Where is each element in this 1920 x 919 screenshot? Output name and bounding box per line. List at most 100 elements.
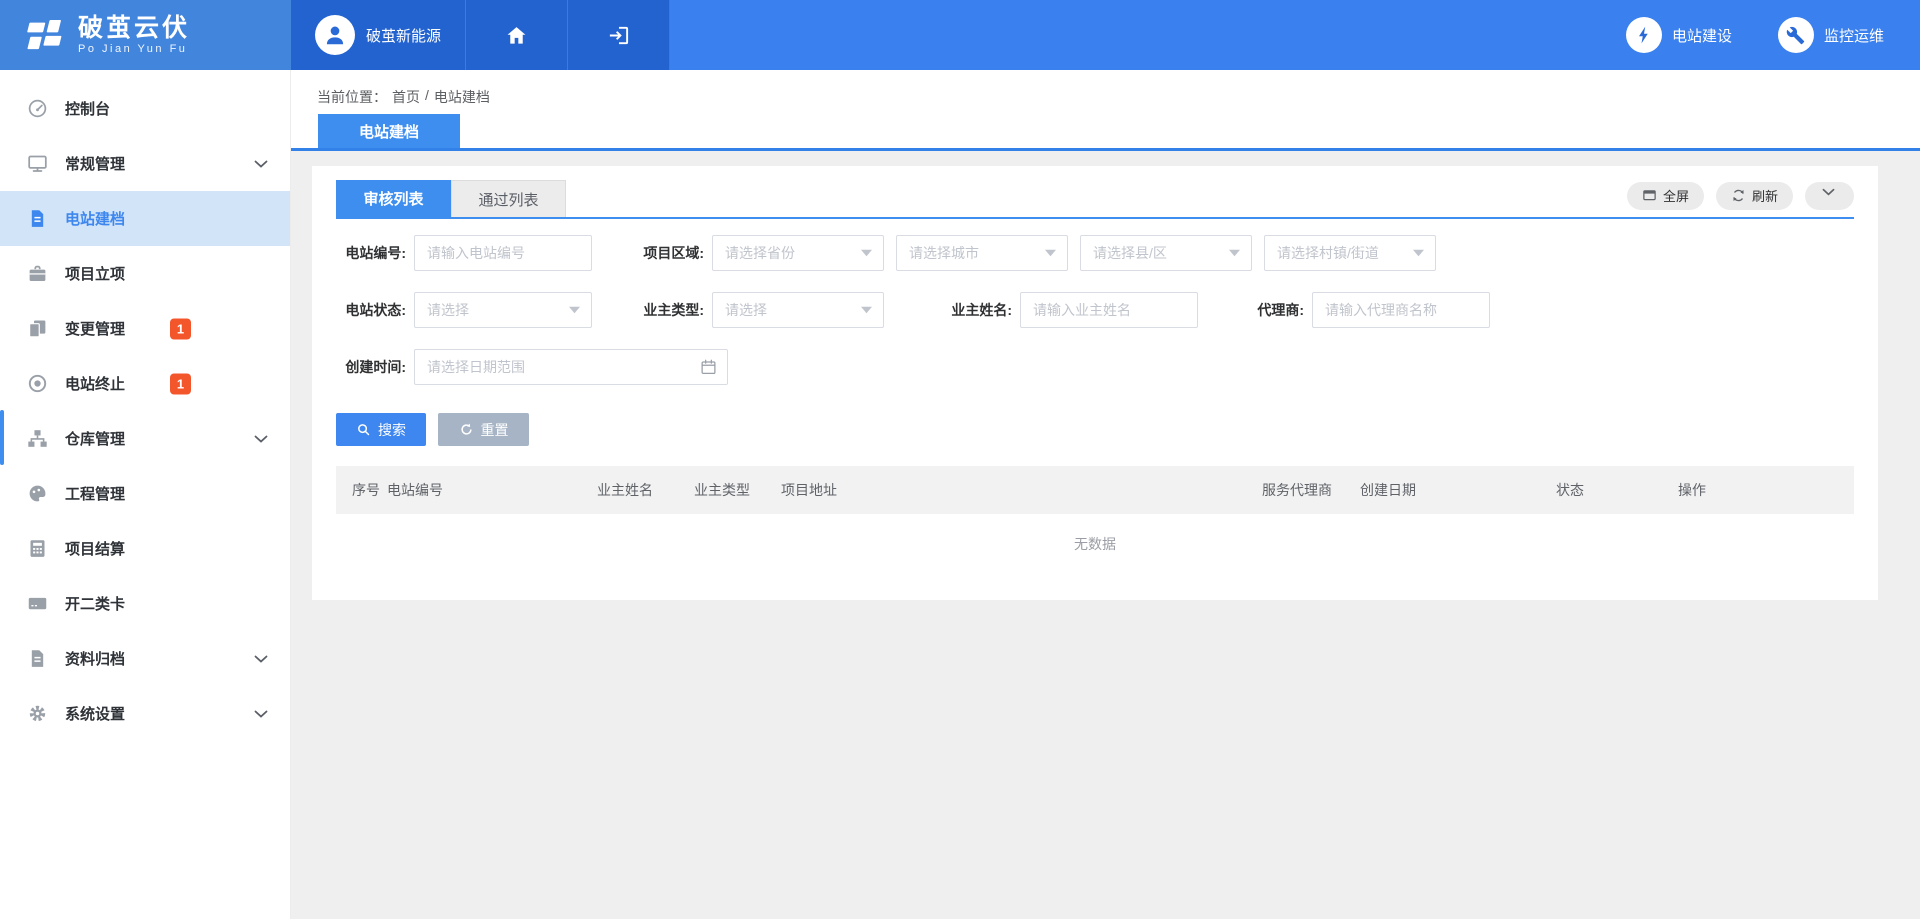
nav-station-build[interactable]: 电站建设 <box>1626 17 1732 53</box>
sidebar-item-project-initiation[interactable]: 项目立项 <box>0 246 290 301</box>
caret-down-icon <box>1229 250 1240 257</box>
app-header: 破茧云伏 Po Jian Yun Fu 破茧新能源 电 <box>0 0 1920 70</box>
col-actions: 操作 <box>1678 480 1854 500</box>
breadcrumb-home-link[interactable]: 首页 <box>392 87 420 107</box>
station-no-label: 电站编号: <box>336 243 414 263</box>
col-create-date: 创建日期 <box>1360 480 1556 500</box>
sidebar-item-project-settlement[interactable]: 项目结算 <box>0 521 290 576</box>
chevron-down-icon <box>254 710 268 718</box>
user-name: 破茧新能源 <box>366 25 441 46</box>
app-logo: 破茧云伏 Po Jian Yun Fu <box>0 0 291 70</box>
col-owner-type: 业主类型 <box>694 480 781 500</box>
date-range-picker[interactable] <box>414 349 728 385</box>
breadcrumb-separator: / <box>425 87 429 107</box>
empty-state: 无数据 <box>336 514 1854 584</box>
col-status: 状态 <box>1556 480 1678 500</box>
notification-badge: 1 <box>170 373 191 394</box>
logout-button[interactable] <box>568 0 670 70</box>
search-form: 电站编号: 项目区域: 请选择省份 请选择城市 请选择县/区 <box>336 235 1854 385</box>
sidebar-item-console[interactable]: 控制台 <box>0 81 290 136</box>
sidebar-item-change-management[interactable]: 变更管理 1 <box>0 301 290 356</box>
reset-icon <box>459 422 474 437</box>
col-project-addr: 项目地址 <box>781 480 1262 500</box>
caret-down-icon <box>861 250 872 257</box>
col-station-no: 电站编号 <box>387 480 597 500</box>
sidebar-item-label: 工程管理 <box>65 483 125 504</box>
copy-icon <box>27 318 48 339</box>
chevron-down-icon <box>254 435 268 443</box>
sidebar-item-label: 常规管理 <box>65 153 125 174</box>
city-select[interactable]: 请选择城市 <box>896 235 1068 271</box>
monitor-icon <box>27 153 48 174</box>
station-status-select[interactable]: 请选择 <box>414 292 592 328</box>
station-status-label: 电站状态: <box>336 300 414 320</box>
page-tab-station-filing[interactable]: 电站建档 <box>318 114 460 148</box>
owner-type-select[interactable]: 请选择 <box>712 292 884 328</box>
sidebar-item-label: 仓库管理 <box>65 428 125 449</box>
date-range-input[interactable] <box>414 349 728 385</box>
home-button[interactable] <box>466 0 568 70</box>
sidebar-item-engineering-management[interactable]: 工程管理 <box>0 466 290 521</box>
briefcase-icon <box>27 263 48 284</box>
sidebar-item-data-archive[interactable]: 资料归档 <box>0 631 290 686</box>
home-icon <box>505 24 528 47</box>
notification-badge: 1 <box>170 318 191 339</box>
dashboard-icon <box>27 98 48 119</box>
caret-down-icon <box>861 307 872 314</box>
user-menu[interactable]: 破茧新能源 <box>291 0 466 70</box>
avatar <box>315 15 355 55</box>
nav-monitor-ops[interactable]: 监控运维 <box>1778 17 1884 53</box>
collapse-button[interactable] <box>1805 182 1854 210</box>
sidebar-item-system-settings[interactable]: 系统设置 <box>0 686 290 741</box>
table-header-row: 序号 电站编号 业主姓名 业主类型 项目地址 服务代理商 创建日期 状态 操作 <box>336 466 1854 514</box>
tab-passed-list[interactable]: 通过列表 <box>451 180 566 217</box>
owner-name-input[interactable] <box>1020 292 1198 328</box>
main-area: 当前位置： 首页 / 电站建档 电站建档 审核列表 通过列表 全屏 <box>291 70 1920 919</box>
sidebar-item-label: 变更管理 <box>65 318 125 339</box>
caret-down-icon <box>1045 250 1056 257</box>
refresh-button[interactable]: 刷新 <box>1716 182 1793 210</box>
login-arrow-icon <box>607 24 630 47</box>
caret-down-icon <box>1413 250 1424 257</box>
county-select[interactable]: 请选择县/区 <box>1080 235 1252 271</box>
logo-mark-icon <box>20 17 66 53</box>
results-table: 序号 电站编号 业主姓名 业主类型 项目地址 服务代理商 创建日期 状态 操作 … <box>336 466 1854 584</box>
search-button[interactable]: 搜索 <box>336 413 426 446</box>
tab-review-list[interactable]: 审核列表 <box>336 180 451 217</box>
breadcrumb-prefix: 当前位置： <box>317 87 387 107</box>
fullscreen-button[interactable]: 全屏 <box>1627 182 1704 210</box>
reset-button[interactable]: 重置 <box>438 413 529 446</box>
sidebar-item-station-filing[interactable]: 电站建档 <box>0 191 290 246</box>
calculator-icon <box>27 538 48 559</box>
col-service-agent: 服务代理商 <box>1262 480 1360 500</box>
document-icon <box>27 208 48 229</box>
sidebar-item-class2-card[interactable]: 开二类卡 <box>0 576 290 631</box>
nav-station-build-label: 电站建设 <box>1672 25 1732 46</box>
logo-title: 破茧云伏 <box>78 15 190 41</box>
refresh-icon <box>1731 188 1746 203</box>
sidebar-item-general-management[interactable]: 常规管理 <box>0 136 290 191</box>
fullscreen-icon <box>1642 188 1657 203</box>
col-owner-name: 业主姓名 <box>597 480 694 500</box>
content-area: 审核列表 通过列表 全屏 刷新 <box>291 154 1920 919</box>
sidebar-item-warehouse-management[interactable]: 仓库管理 <box>0 411 290 466</box>
sidebar-item-station-termination[interactable]: 电站终止 1 <box>0 356 290 411</box>
owner-type-label: 业主类型: <box>592 300 712 320</box>
agent-label: 代理商: <box>1198 300 1312 320</box>
reset-button-label: 重置 <box>481 420 509 440</box>
station-no-input[interactable] <box>414 235 592 271</box>
sidebar-item-label: 项目结算 <box>65 538 125 559</box>
tabs-underline <box>336 217 1854 219</box>
wrench-icon <box>1778 17 1814 53</box>
owner-name-label: 业主姓名: <box>884 300 1020 320</box>
agent-input[interactable] <box>1312 292 1490 328</box>
sidebar-item-label: 项目立项 <box>65 263 125 284</box>
region-label: 项目区域: <box>592 243 712 263</box>
circle-dot-icon <box>27 373 48 394</box>
province-select[interactable]: 请选择省份 <box>712 235 884 271</box>
sidebar-item-label: 控制台 <box>65 98 110 119</box>
station-filing-panel: 审核列表 通过列表 全屏 刷新 <box>312 166 1878 600</box>
sidebar: 控制台 常规管理 电站建档 项目立项 变更管理 1 电站终止 1 <box>0 70 291 919</box>
village-select[interactable]: 请选择村镇/街道 <box>1264 235 1436 271</box>
sidebar-item-label: 电站终止 <box>65 373 125 394</box>
